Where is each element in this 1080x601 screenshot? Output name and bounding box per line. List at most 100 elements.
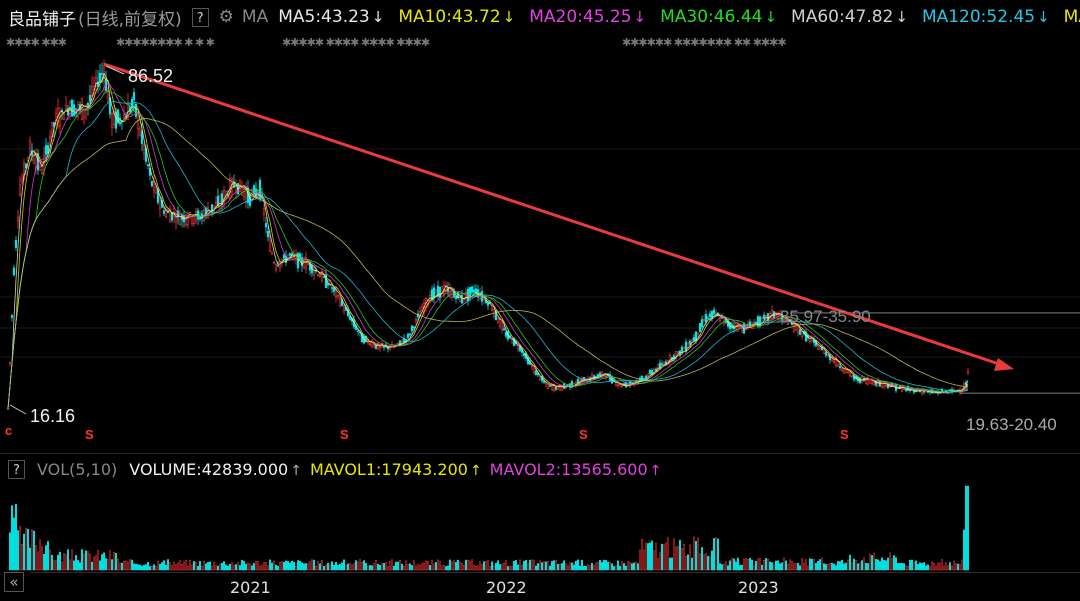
volume-bar xyxy=(851,562,853,571)
volume-bar xyxy=(645,542,647,571)
volume-bar xyxy=(331,561,333,571)
candle-body xyxy=(110,113,114,128)
volume-bar xyxy=(667,537,669,571)
volume-panel[interactable] xyxy=(0,482,1080,572)
volume-bar xyxy=(371,565,373,571)
volume-bar xyxy=(857,563,859,571)
x-tick-2021: 2021 xyxy=(230,578,271,597)
volume-bar xyxy=(653,550,655,571)
volume-bar xyxy=(941,559,943,571)
volume-bar xyxy=(711,550,713,571)
candle-body xyxy=(470,286,474,293)
volume-chart[interactable] xyxy=(0,482,1080,572)
volume-bar xyxy=(385,562,387,571)
volume-bar xyxy=(323,566,325,571)
volume-bar xyxy=(127,561,129,571)
volume-bar xyxy=(361,561,363,571)
volume-bar xyxy=(213,562,215,571)
candle-body xyxy=(212,205,216,209)
candle-body xyxy=(122,114,126,118)
volume-bar xyxy=(411,565,413,571)
volume-bar xyxy=(421,563,423,571)
volume-bar xyxy=(923,562,925,571)
candle-body xyxy=(534,370,538,376)
volume-help-button[interactable]: ? xyxy=(8,459,25,479)
blurred-text: ✱✱✱✱ ✱✱✱ xyxy=(6,37,66,49)
volume-bar xyxy=(223,561,225,571)
volume-bar xyxy=(815,562,817,571)
volume-bar xyxy=(133,563,135,571)
volume-bar xyxy=(793,563,795,571)
volume-bar xyxy=(929,565,931,571)
chart-mode[interactable]: (日线,前复权) xyxy=(78,5,182,30)
volume-bar xyxy=(403,566,405,571)
trend-arrow-head xyxy=(994,358,1014,371)
volume-bar xyxy=(765,558,767,571)
volume-bar xyxy=(187,566,189,571)
volume-bar xyxy=(393,565,395,571)
volume-bar xyxy=(821,557,823,571)
volume-bar xyxy=(369,565,371,571)
volume-bar xyxy=(501,563,503,571)
candle-body xyxy=(502,328,506,331)
volume-bar xyxy=(939,563,941,571)
volume-bar xyxy=(881,557,883,571)
volume-bar xyxy=(955,563,957,571)
volume-bar xyxy=(705,553,707,571)
event-marker: S xyxy=(340,427,349,442)
volume-bar xyxy=(461,562,463,571)
candle-body xyxy=(706,317,710,319)
candle-body xyxy=(816,345,820,351)
candle-body xyxy=(498,318,502,327)
volume-bar xyxy=(673,538,675,571)
candle-body xyxy=(798,329,802,335)
help-button[interactable]: ? xyxy=(191,7,209,27)
volume-bar xyxy=(475,565,477,571)
candle-body xyxy=(648,369,652,374)
volume-bar xyxy=(637,563,639,571)
volume-indicator-label[interactable]: VOL(5,10) xyxy=(37,460,117,479)
volume-bar xyxy=(183,561,185,571)
volume-bar xyxy=(81,549,83,571)
ma-indicator-label[interactable]: MA xyxy=(242,7,268,27)
volume-bar xyxy=(625,565,627,571)
volume-bar xyxy=(919,562,921,571)
price-panel[interactable]: 86.52 16.16 35.97-35.90 19.63-20.40 S S S Sc xyxy=(0,52,1080,452)
collapse-button[interactable]: « xyxy=(4,572,24,592)
candle-body xyxy=(680,346,684,352)
candle-body xyxy=(64,105,68,110)
volume-bar xyxy=(863,557,865,571)
volume-bar xyxy=(787,564,789,571)
volume-bar xyxy=(721,564,723,571)
volume-bar xyxy=(153,564,155,571)
volume-bar xyxy=(761,564,763,571)
volume-bar xyxy=(961,559,963,571)
stock-name[interactable]: 良品铺子 xyxy=(8,5,76,30)
volume-bar xyxy=(841,559,843,571)
volume-bar xyxy=(755,560,757,571)
candle-body xyxy=(162,210,166,214)
volume-bar xyxy=(901,563,903,571)
candle-body xyxy=(530,365,534,368)
volume-bar xyxy=(123,561,125,571)
volume-bar xyxy=(319,563,321,571)
volume-bar xyxy=(367,566,369,571)
candle-body xyxy=(138,129,142,136)
volume-bar xyxy=(853,558,855,571)
panel-divider xyxy=(0,453,1080,454)
blurred-text: ✱✱✱✱✱✱ ✱✱✱✱✱✱✱ ✱✱ ✱✱✱✱ xyxy=(622,37,787,49)
candle-body xyxy=(274,264,278,270)
volume-bar xyxy=(871,555,873,571)
volume-bar xyxy=(267,565,269,571)
volume-bar xyxy=(719,563,721,571)
volume-bar xyxy=(215,565,217,571)
volume-bar xyxy=(149,566,151,571)
gear-icon[interactable]: ⚙ xyxy=(219,7,234,27)
candle-body xyxy=(266,230,270,238)
candle-body xyxy=(698,323,702,332)
volume-bar xyxy=(137,564,139,571)
candle-body xyxy=(872,382,876,386)
volume-bar xyxy=(781,562,783,571)
volume-bar xyxy=(75,555,77,571)
price-chart[interactable]: 86.52 16.16 35.97-35.90 19.63-20.40 S S S Sc xyxy=(0,52,1080,452)
